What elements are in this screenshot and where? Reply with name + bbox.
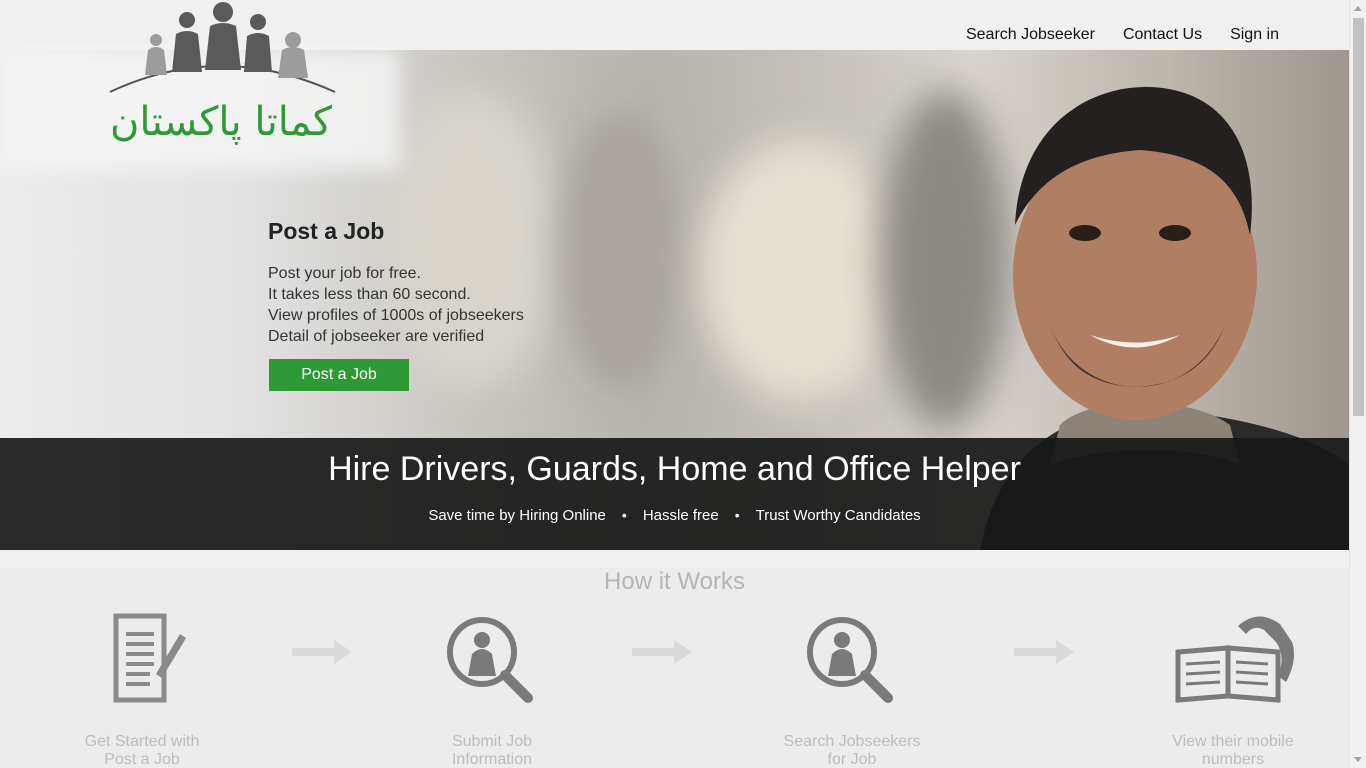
benefit-line: Detail of jobseeker are verified (268, 328, 485, 345)
nav-contact-us[interactable]: Contact Us (1123, 26, 1202, 44)
site-logo[interactable]: کماتا پاکستان (100, 0, 380, 164)
post-a-job-button[interactable]: Post a Job (269, 359, 409, 391)
step-search-jobseekers: Search Jobseekers for Job (767, 612, 937, 768)
benefit-line: Post your job for free. (268, 265, 421, 282)
step-label: View their mobile numbers (1172, 733, 1294, 768)
step-view-numbers: View their mobile numbers (1148, 612, 1318, 768)
arrow-right-icon (632, 640, 692, 664)
vertical-scrollbar[interactable] (1349, 0, 1366, 768)
tagline-heading: Hire Drivers, Guards, Home and Office He… (328, 450, 1021, 488)
benefit-line: It takes less than 60 second. (268, 286, 471, 303)
step-label: Get Started with Post a Job (84, 733, 200, 768)
scroll-up-icon[interactable] (1354, 6, 1362, 11)
nav-sign-in[interactable]: Sign in (1230, 26, 1279, 44)
step-post-job: Get Started with Post a Job (72, 612, 212, 768)
feature-item: Save time by Hiring Online (428, 507, 606, 524)
tagline-features: Save time by Hiring Online • Hassle free • T… (0, 507, 1349, 524)
phone-book-icon (1175, 616, 1294, 703)
search-person-icon (447, 617, 533, 703)
separator-dot: • (621, 507, 627, 523)
post-job-benefits: Post your job for free. It takes less th… (268, 263, 588, 347)
page: Search Jobseeker Contact Us Sign in کمات… (0, 0, 1366, 768)
how-it-works-section: How it Works Get Started with Post a Job … (0, 568, 1349, 768)
people-silhouettes-logo: کماتا پاکستان (109, 2, 336, 145)
feature-item: Trust Worthy Candidates (755, 507, 921, 524)
scroll-thumb[interactable] (1353, 18, 1364, 416)
hero-blur-shape (700, 140, 900, 400)
arrow-right-icon (292, 640, 352, 664)
tagline-band: Hire Drivers, Guards, Home and Office He… (0, 438, 1349, 550)
how-it-works-heading: How it Works (604, 568, 745, 595)
search-person-icon (807, 617, 893, 703)
step-label: Search Jobseekers for Job (783, 733, 921, 768)
feature-item: Hassle free (642, 507, 719, 524)
scroll-down-icon[interactable] (1354, 757, 1362, 762)
step-submit-info: Submit Job Information (422, 612, 562, 768)
post-job-heading: Post a Job (268, 218, 385, 244)
post-job-panel: Post a Job Post your job for free. It ta… (268, 218, 588, 347)
separator-dot: • (734, 507, 740, 523)
nav-search-jobseeker[interactable]: Search Jobseeker (966, 26, 1095, 44)
main-nav: Search Jobseeker Contact Us Sign in (966, 26, 1279, 44)
logo-text: کماتا پاکستان (110, 99, 333, 145)
benefit-line: View profiles of 1000s of jobseekers (268, 307, 524, 324)
arrow-right-icon (1014, 640, 1074, 664)
document-pen-icon (113, 613, 186, 703)
step-label: Submit Job Information (451, 733, 533, 768)
